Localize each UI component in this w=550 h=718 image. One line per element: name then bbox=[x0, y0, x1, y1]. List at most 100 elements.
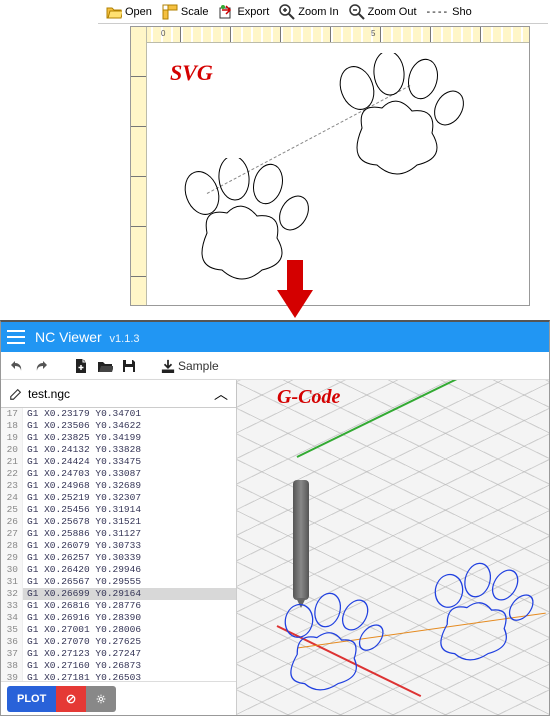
code-text: G1 X0.26816 Y0.28776 bbox=[23, 600, 141, 612]
line-number: 24 bbox=[1, 492, 23, 504]
file-tab[interactable]: test.ngc ︿ bbox=[1, 380, 236, 408]
menu-icon[interactable] bbox=[7, 330, 25, 344]
code-line[interactable]: 34G1 X0.26916 Y0.28390 bbox=[1, 612, 236, 624]
show-label: Sho bbox=[452, 6, 472, 18]
zoom-in-button[interactable]: Zoom In bbox=[275, 2, 342, 22]
code-line[interactable]: 38G1 X0.27160 Y0.26873 bbox=[1, 660, 236, 672]
scale-label: Scale bbox=[181, 6, 209, 18]
code-line[interactable]: 26G1 X0.25678 Y0.31521 bbox=[1, 516, 236, 528]
line-number: 31 bbox=[1, 576, 23, 588]
code-panel: test.ngc ︿ 17G1 X0.23179 Y0.3470118G1 X0… bbox=[1, 380, 237, 715]
plot-button[interactable]: PLOT bbox=[7, 686, 56, 712]
code-line[interactable]: 19G1 X0.23825 Y0.34199 bbox=[1, 432, 236, 444]
line-number: 38 bbox=[1, 660, 23, 672]
line-number: 32 bbox=[1, 588, 23, 600]
code-text: G1 X0.26420 Y0.29946 bbox=[23, 564, 141, 576]
code-text: G1 X0.26567 Y0.29555 bbox=[23, 576, 141, 588]
redo-button[interactable] bbox=[33, 358, 49, 374]
nc-body: test.ngc ︿ 17G1 X0.23179 Y0.3470118G1 X0… bbox=[1, 380, 549, 715]
app-title: NC Viewer bbox=[35, 329, 102, 345]
nc-header: NC Viewer v1.1.3 bbox=[1, 322, 549, 352]
export-button[interactable]: Export bbox=[214, 2, 273, 22]
line-number: 26 bbox=[1, 516, 23, 528]
ruler-vertical bbox=[131, 27, 147, 305]
new-file-button[interactable] bbox=[73, 358, 89, 374]
tool-bit bbox=[293, 480, 309, 600]
line-number: 22 bbox=[1, 468, 23, 480]
code-line[interactable]: 23G1 X0.24968 Y0.32689 bbox=[1, 480, 236, 492]
code-text: G1 X0.25219 Y0.32307 bbox=[23, 492, 141, 504]
code-line[interactable]: 27G1 X0.25886 Y0.31127 bbox=[1, 528, 236, 540]
line-number: 30 bbox=[1, 564, 23, 576]
code-text: G1 X0.27181 Y0.26503 bbox=[23, 672, 141, 681]
code-text: G1 X0.25678 Y0.31521 bbox=[23, 516, 141, 528]
code-text: G1 X0.26699 Y0.29164 bbox=[23, 588, 141, 600]
code-line[interactable]: 36G1 X0.27070 Y0.27625 bbox=[1, 636, 236, 648]
line-number: 36 bbox=[1, 636, 23, 648]
gcode-list[interactable]: 17G1 X0.23179 Y0.3470118G1 X0.23506 Y0.3… bbox=[1, 408, 236, 681]
open-button[interactable]: Open bbox=[102, 2, 156, 22]
code-line[interactable]: 37G1 X0.27123 Y0.27247 bbox=[1, 648, 236, 660]
code-text: G1 X0.23506 Y0.34622 bbox=[23, 420, 141, 432]
code-text: G1 X0.26079 Y0.30733 bbox=[23, 540, 141, 552]
code-line[interactable]: 22G1 X0.24703 Y0.33087 bbox=[1, 468, 236, 480]
code-line[interactable]: 39G1 X0.27181 Y0.26503 bbox=[1, 672, 236, 681]
code-line[interactable]: 30G1 X0.26420 Y0.29946 bbox=[1, 564, 236, 576]
line-number: 21 bbox=[1, 456, 23, 468]
open-label: Open bbox=[125, 6, 152, 18]
scale-button[interactable]: Scale bbox=[158, 2, 213, 22]
code-line[interactable]: 29G1 X0.26257 Y0.30339 bbox=[1, 552, 236, 564]
line-number: 25 bbox=[1, 504, 23, 516]
code-text: G1 X0.27070 Y0.27625 bbox=[23, 636, 141, 648]
settings-button[interactable] bbox=[86, 686, 116, 712]
line-number: 17 bbox=[1, 408, 23, 420]
code-text: G1 X0.27001 Y0.28006 bbox=[23, 624, 141, 636]
dashes-icon: ---- bbox=[427, 6, 450, 18]
gear-icon bbox=[96, 692, 106, 706]
line-number: 34 bbox=[1, 612, 23, 624]
zoom-in-icon bbox=[279, 4, 295, 20]
code-text: G1 X0.24132 Y0.33828 bbox=[23, 444, 141, 456]
stop-button[interactable] bbox=[56, 686, 86, 712]
svg-toolbar: Open Scale Export Zoom In Zoom Out ---- … bbox=[98, 0, 548, 24]
chevron-up-icon[interactable]: ︿ bbox=[214, 384, 228, 404]
zoom-out-icon bbox=[349, 4, 365, 20]
code-line[interactable]: 18G1 X0.23506 Y0.34622 bbox=[1, 420, 236, 432]
code-line[interactable]: 35G1 X0.27001 Y0.28006 bbox=[1, 624, 236, 636]
sample-button[interactable]: Sample bbox=[161, 359, 219, 373]
open-folder-button[interactable] bbox=[97, 358, 113, 374]
code-text: G1 X0.27160 Y0.26873 bbox=[23, 660, 141, 672]
code-line[interactable]: 21G1 X0.24424 Y0.33475 bbox=[1, 456, 236, 468]
line-number: 39 bbox=[1, 672, 23, 681]
cancel-icon bbox=[66, 692, 76, 706]
line-number: 20 bbox=[1, 444, 23, 456]
code-line[interactable]: 25G1 X0.25456 Y0.31914 bbox=[1, 504, 236, 516]
code-line[interactable]: 17G1 X0.23179 Y0.34701 bbox=[1, 408, 236, 420]
show-button[interactable]: ---- Sho bbox=[423, 4, 476, 20]
export-label: Export bbox=[237, 6, 269, 18]
save-button[interactable] bbox=[121, 358, 137, 374]
code-text: G1 X0.24703 Y0.33087 bbox=[23, 468, 141, 480]
scale-icon bbox=[162, 4, 178, 20]
toolpath-paw bbox=[244, 592, 409, 712]
code-line[interactable]: 20G1 X0.24132 Y0.33828 bbox=[1, 444, 236, 456]
ruler-tick: 0 bbox=[161, 29, 165, 38]
code-line[interactable]: 32G1 X0.26699 Y0.29164 bbox=[1, 588, 236, 600]
code-text: G1 X0.27123 Y0.27247 bbox=[23, 648, 141, 660]
zoom-in-label: Zoom In bbox=[298, 6, 338, 18]
viewport-3d[interactable]: G-Code bbox=[237, 380, 549, 715]
line-number: 27 bbox=[1, 528, 23, 540]
app-version: v1.1.3 bbox=[110, 333, 140, 345]
nc-toolbar: Sample bbox=[1, 352, 549, 380]
edit-icon bbox=[9, 387, 23, 401]
code-line[interactable]: 33G1 X0.26816 Y0.28776 bbox=[1, 600, 236, 612]
code-text: G1 X0.26257 Y0.30339 bbox=[23, 552, 141, 564]
code-line[interactable]: 31G1 X0.26567 Y0.29555 bbox=[1, 576, 236, 588]
line-number: 28 bbox=[1, 540, 23, 552]
zoom-out-label: Zoom Out bbox=[368, 6, 417, 18]
code-line[interactable]: 24G1 X0.25219 Y0.32307 bbox=[1, 492, 236, 504]
zoom-out-button[interactable]: Zoom Out bbox=[345, 2, 421, 22]
code-line[interactable]: 28G1 X0.26079 Y0.30733 bbox=[1, 540, 236, 552]
undo-button[interactable] bbox=[9, 358, 25, 374]
toolpath-paw bbox=[394, 562, 549, 682]
